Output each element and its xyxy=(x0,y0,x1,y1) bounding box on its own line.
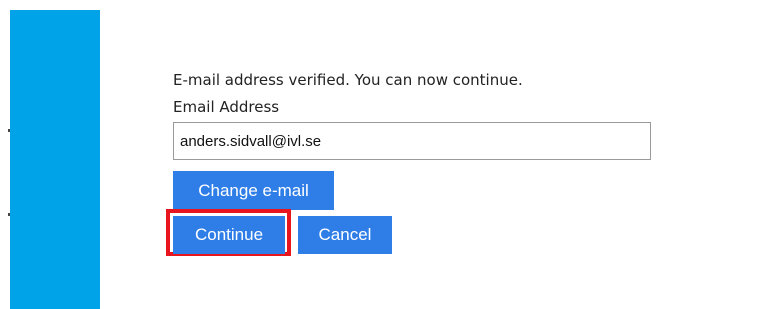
change-email-button[interactable]: Change e-mail xyxy=(173,171,334,210)
email-address-label: Email Address xyxy=(173,98,280,116)
left-side-panel xyxy=(10,10,100,309)
verification-status-message: E-mail address verified. You can now con… xyxy=(173,71,523,89)
email-address-input[interactable] xyxy=(173,122,651,160)
continue-button[interactable]: Continue xyxy=(173,216,285,254)
cancel-button[interactable]: Cancel xyxy=(298,216,392,254)
panel-edge-mark xyxy=(8,129,10,132)
page: E-mail address verified. You can now con… xyxy=(0,0,771,309)
panel-edge-mark xyxy=(8,213,10,216)
